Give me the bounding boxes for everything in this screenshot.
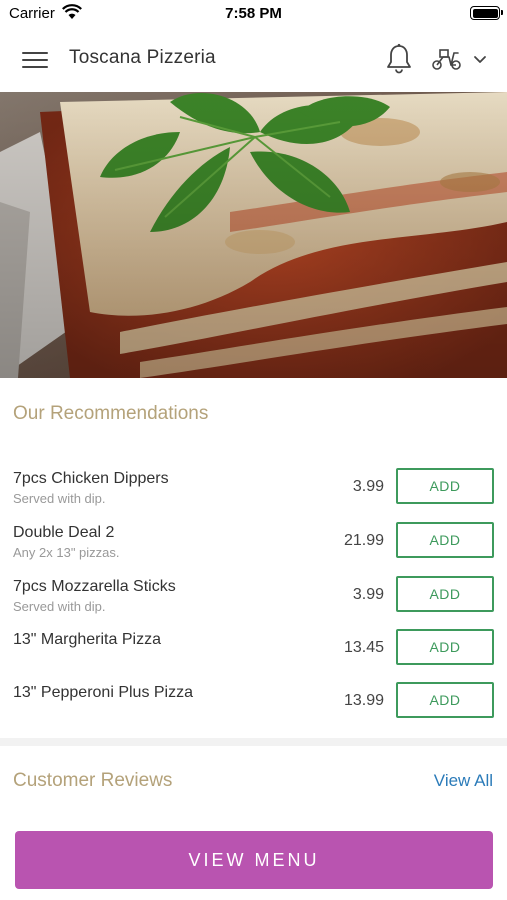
- view-menu-button[interactable]: VIEW MENU: [15, 831, 493, 889]
- item-name: 7pcs Mozzarella Sticks: [13, 578, 176, 595]
- nav-bar: Toscana Pizzeria: [0, 28, 507, 92]
- add-button[interactable]: ADD: [396, 629, 494, 665]
- item-description: Any 2x 13" pizzas.: [13, 545, 120, 560]
- bell-icon[interactable]: [385, 43, 413, 75]
- list-item: Double Deal 2 Any 2x 13" pizzas. 21.99 A…: [0, 522, 507, 568]
- add-button[interactable]: ADD: [396, 682, 494, 718]
- list-item: 13" Margherita Pizza 13.45 ADD: [0, 629, 507, 675]
- item-price: 13.45: [343, 639, 384, 656]
- menu-icon[interactable]: [22, 50, 48, 70]
- view-all-link[interactable]: View All: [434, 771, 493, 791]
- list-item: 7pcs Mozzarella Sticks Served with dip. …: [0, 576, 507, 622]
- item-description: Served with dip.: [13, 599, 106, 614]
- status-bar: Carrier 7:58 PM: [0, 0, 507, 28]
- item-name: 7pcs Chicken Dippers: [13, 470, 169, 487]
- add-button[interactable]: ADD: [396, 468, 494, 504]
- item-description: Served with dip.: [13, 491, 106, 506]
- item-price: 3.99: [352, 478, 384, 495]
- item-name: Double Deal 2: [13, 524, 115, 541]
- list-item: 13" Pepperoni Plus Pizza 13.99 ADD: [0, 682, 507, 728]
- add-button[interactable]: ADD: [396, 522, 494, 558]
- item-name: 13" Margherita Pizza: [13, 631, 161, 648]
- item-price: 3.99: [352, 586, 384, 603]
- list-item: 7pcs Chicken Dippers Served with dip. 3.…: [0, 468, 507, 514]
- item-name: 13" Pepperoni Plus Pizza: [13, 684, 194, 701]
- page-title: Toscana Pizzeria: [69, 47, 216, 68]
- battery-icon: [470, 6, 503, 20]
- recommendations-title: Our Recommendations: [13, 403, 209, 424]
- reviews-title: Customer Reviews: [13, 770, 173, 791]
- scooter-icon[interactable]: [431, 47, 463, 71]
- hero-image: [0, 92, 507, 378]
- chevron-down-icon[interactable]: [472, 53, 488, 65]
- add-button[interactable]: ADD: [396, 576, 494, 612]
- lasagna-photo: [0, 92, 507, 378]
- item-price: 21.99: [343, 532, 384, 549]
- status-time: 7:58 PM: [225, 5, 282, 22]
- item-price: 13.99: [343, 692, 384, 709]
- section-divider: [0, 738, 507, 746]
